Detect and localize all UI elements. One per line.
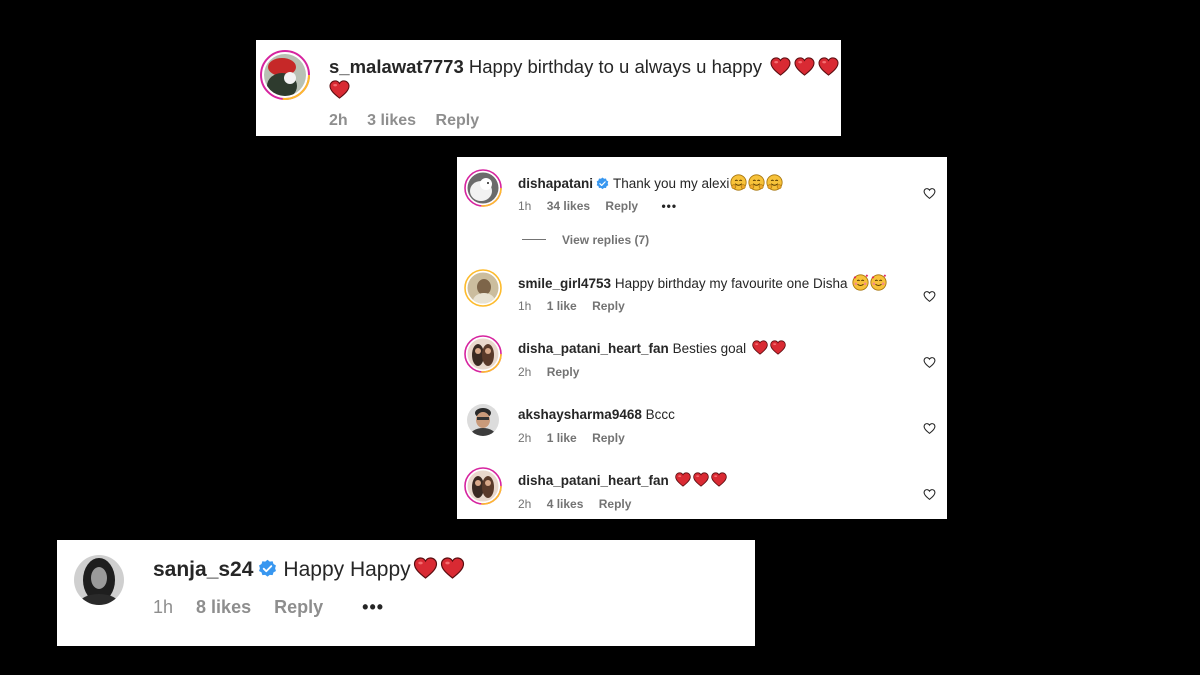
comment-meta: 1h 34 likes Reply •••: [518, 199, 689, 213]
avatar-akshaysharma9468[interactable]: [464, 401, 502, 439]
timestamp: 1h: [518, 199, 532, 213]
comment-text: Happy birthday to u always u happy: [468, 56, 762, 77]
timestamp: 1h: [153, 597, 174, 617]
red-heart-icon: [752, 340, 768, 355]
timestamp: 2h: [518, 365, 532, 379]
red-heart-icon: [693, 472, 709, 487]
heart-outline-icon[interactable]: [923, 422, 936, 435]
view-replies-button[interactable]: View replies (7): [522, 233, 649, 247]
heart-outline-icon[interactable]: [923, 356, 936, 369]
likes-count[interactable]: 1 like: [547, 431, 577, 445]
reply-button[interactable]: Reply: [274, 597, 323, 617]
username[interactable]: disha_patani_heart_fan: [518, 341, 669, 356]
comment-meta: 1h 8 likes Reply •••: [153, 597, 402, 618]
comment-card-bottom: sanja_s24 Happy Happy 1h 8 likes Reply ••…: [57, 540, 755, 646]
red-heart-icon: [770, 57, 791, 76]
hugging-face-icon: [766, 174, 783, 191]
heart-outline-icon[interactable]: [923, 187, 936, 200]
more-options-icon[interactable]: •••: [661, 199, 677, 213]
avatar-sanja-s24[interactable]: [73, 554, 125, 606]
verified-badge-icon: [596, 177, 609, 190]
divider: [522, 239, 546, 240]
username[interactable]: akshaysharma9468: [518, 407, 642, 422]
red-heart-icon: [675, 472, 691, 487]
red-heart-icon: [794, 57, 815, 76]
timestamp: 2h: [518, 497, 532, 511]
avatar-disha-patani-heart-fan[interactable]: [464, 335, 502, 373]
username[interactable]: sanja_s24: [153, 558, 253, 581]
comment-text: Besties goal: [672, 341, 747, 356]
timestamp: 1h: [518, 299, 532, 313]
likes-count[interactable]: 8 likes: [196, 597, 251, 617]
avatar-disha-patani-heart-fan[interactable]: [464, 467, 502, 505]
reply-button[interactable]: Reply: [605, 199, 638, 213]
red-heart-icon: [440, 557, 465, 579]
username[interactable]: disha_patani_heart_fan: [518, 473, 669, 488]
comment-meta: 2h 3 likes Reply: [329, 112, 494, 130]
comment-meta: 2h 1 like Reply: [518, 431, 637, 445]
username[interactable]: smile_girl4753: [518, 276, 611, 291]
reply-button[interactable]: Reply: [436, 112, 480, 129]
smiling-face-with-hearts-icon: [852, 274, 869, 291]
username[interactable]: dishapatani: [518, 176, 593, 191]
reply-button[interactable]: Reply: [592, 299, 625, 313]
view-replies-label: View replies (7): [562, 233, 650, 247]
likes-count[interactable]: 4 likes: [547, 497, 584, 511]
likes-count[interactable]: 34 likes: [547, 199, 590, 213]
comment-text: Happy Happy: [283, 558, 411, 581]
comment-meta: 2h 4 likes Reply: [518, 497, 643, 511]
red-heart-icon: [329, 80, 350, 99]
comment-thread-card: dishapatani Thank you my alexi 1h 34 like…: [457, 157, 947, 519]
hugging-face-icon: [730, 174, 747, 191]
likes-count[interactable]: 1 like: [547, 299, 577, 313]
comment-meta: 2h Reply: [518, 365, 591, 379]
comment-text: Bccc: [645, 407, 675, 422]
comment-text: Thank you my alexi: [613, 176, 730, 191]
red-heart-icon: [818, 57, 839, 76]
comment-text: Happy birthday my favourite one Disha: [614, 276, 848, 291]
avatar-dishapatani[interactable]: [464, 169, 502, 207]
heart-outline-icon[interactable]: [923, 290, 936, 303]
timestamp: 2h: [329, 112, 348, 129]
reply-button[interactable]: Reply: [599, 497, 632, 511]
red-heart-icon: [413, 557, 438, 579]
comment-meta: 1h 1 like Reply: [518, 299, 637, 313]
smiling-face-with-hearts-icon: [870, 274, 887, 291]
avatar-smile-girl4753[interactable]: [464, 269, 502, 307]
more-options-icon[interactable]: •••: [362, 597, 384, 617]
reply-button[interactable]: Reply: [547, 365, 580, 379]
comment-card-top: s_malawat7773 Happy birthday to u always…: [256, 40, 841, 136]
likes-count[interactable]: 3 likes: [367, 112, 416, 129]
red-heart-icon: [770, 340, 786, 355]
timestamp: 2h: [518, 431, 532, 445]
avatar-s-malawat7773[interactable]: [260, 50, 310, 100]
red-heart-icon: [711, 472, 727, 487]
username[interactable]: s_malawat7773: [329, 56, 464, 77]
reply-button[interactable]: Reply: [592, 431, 625, 445]
heart-outline-icon[interactable]: [923, 488, 936, 501]
hugging-face-icon: [748, 174, 765, 191]
verified-badge-icon: [258, 559, 277, 578]
